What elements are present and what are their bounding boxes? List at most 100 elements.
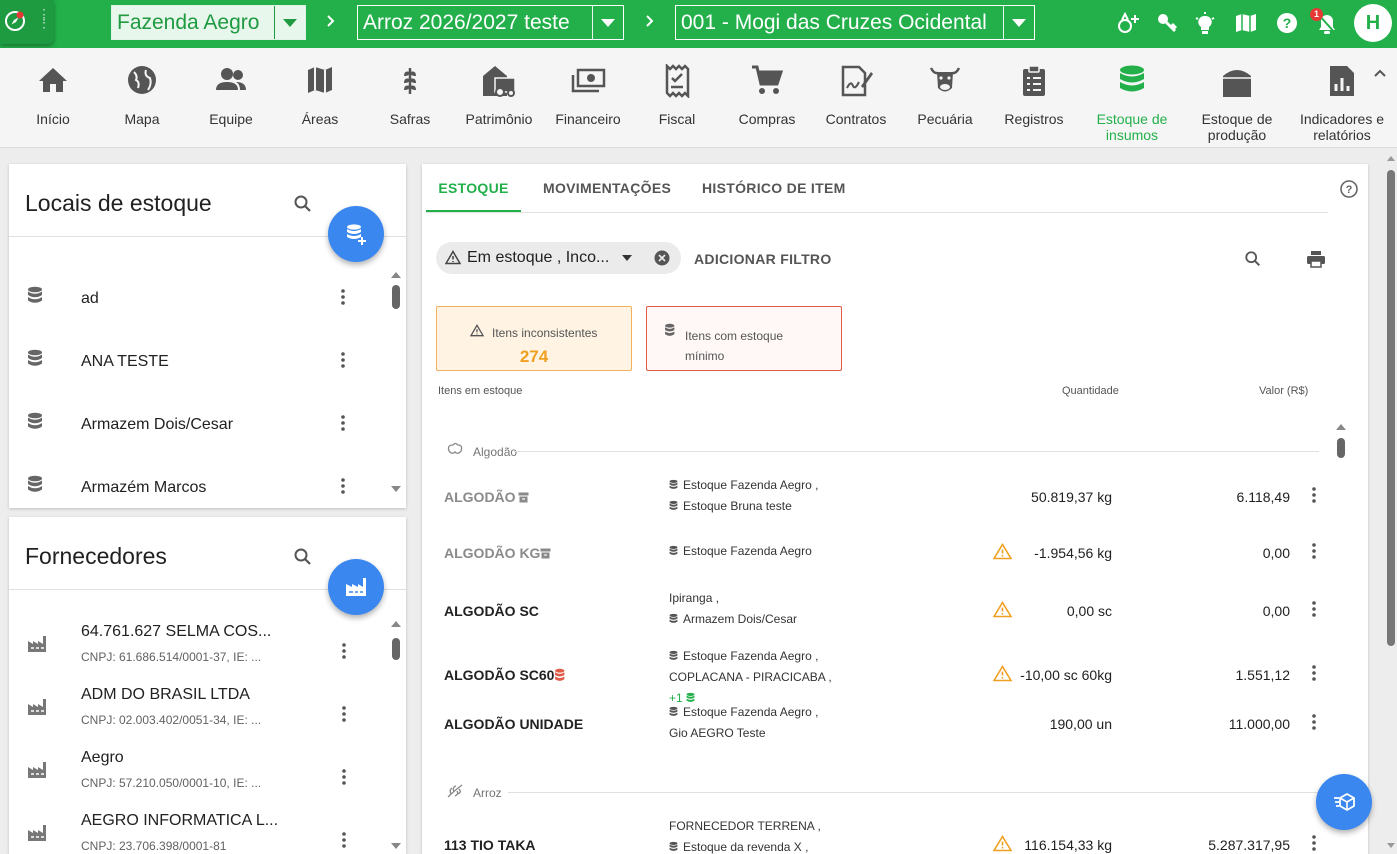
chevron-down-icon[interactable] bbox=[592, 6, 623, 39]
add-location-button[interactable] bbox=[328, 206, 384, 262]
table-row[interactable]: ALGODÃO KG Estoque Fazenda Aegro -1.954,… bbox=[422, 522, 1332, 582]
more-vert-icon[interactable] bbox=[1312, 835, 1316, 851]
nav-financeiro[interactable]: Financeiro bbox=[543, 48, 633, 148]
location-text: Estoque da revenda X , bbox=[683, 840, 809, 854]
nav-fiscal[interactable]: Fiscal bbox=[632, 48, 722, 148]
book-map-icon[interactable] bbox=[1235, 12, 1257, 34]
barn-tractor-icon bbox=[483, 66, 516, 97]
database-icon bbox=[669, 650, 678, 660]
nav-contratos[interactable]: Contratos bbox=[811, 48, 901, 148]
more-vert-icon[interactable] bbox=[341, 352, 345, 368]
nav-label: Pecuária bbox=[917, 111, 973, 127]
nav-label: Mapa bbox=[124, 111, 160, 127]
more-vert-icon[interactable] bbox=[1312, 714, 1316, 730]
help-icon[interactable]: ? bbox=[1276, 12, 1298, 34]
tab-estoque[interactable]: ESTOQUE bbox=[426, 164, 521, 212]
supplier-name: 64.761.627 SELMA COS... bbox=[81, 623, 272, 640]
nav-indicadores[interactable]: Indicadores e relatórios bbox=[1297, 48, 1387, 148]
inconsistent-items-card[interactable]: Itens inconsistentes 274 bbox=[436, 306, 632, 371]
nav-equipe[interactable]: Equipe bbox=[186, 48, 276, 148]
stock-action-button[interactable] bbox=[1316, 774, 1372, 830]
key-icon[interactable] bbox=[1156, 12, 1178, 34]
clipboard-icon bbox=[1023, 65, 1045, 96]
season-select[interactable]: Arroz 2026/2027 teste bbox=[357, 5, 624, 40]
tab-historico[interactable]: HISTÓRICO DE ITEM bbox=[702, 164, 846, 212]
rice-icon bbox=[447, 784, 463, 798]
supplier-doc: CNPJ: 23.706.398/0001-81 bbox=[81, 839, 227, 853]
page-scrollbar[interactable] bbox=[1385, 150, 1397, 854]
farm-select[interactable]: Fazenda Aegro bbox=[111, 5, 306, 40]
list-item[interactable]: Armazem Dois/Cesar bbox=[9, 392, 389, 455]
database-alert-icon bbox=[665, 323, 675, 336]
lightbulb-icon[interactable] bbox=[1194, 12, 1216, 36]
table-row[interactable]: 113 TIO TAKA FORNECEDOR TERRENA , Estoqu… bbox=[422, 814, 1332, 854]
list-item[interactable]: Aegro CNPJ: 57.210.050/0001-10, IE: ... bbox=[9, 740, 389, 803]
factory-icon bbox=[346, 578, 366, 596]
tab-movimentacoes[interactable]: MOVIMENTAÇÕES bbox=[543, 164, 671, 212]
supplier-doc: CNPJ: 61.686.514/0001-37, IE: ... bbox=[81, 650, 262, 664]
chevron-down-icon[interactable] bbox=[622, 255, 632, 261]
filter-chip[interactable]: Em estoque , Inco... bbox=[436, 242, 681, 274]
table-row[interactable]: ALGODÃO UNIDADE Estoque Fazenda Aegro , … bbox=[422, 702, 1332, 762]
more-vert-icon[interactable] bbox=[342, 643, 346, 659]
minimum-stock-card[interactable]: Itens com estoque mínimo bbox=[646, 306, 842, 371]
nav-mapa[interactable]: Mapa bbox=[97, 48, 187, 148]
list-item[interactable]: ADM DO BRASIL LTDA CNPJ: 02.003.402/0051… bbox=[9, 677, 389, 740]
add-user-icon[interactable] bbox=[1116, 12, 1140, 36]
season-select-value: Arroz 2026/2027 teste bbox=[363, 10, 570, 34]
more-vert-icon[interactable] bbox=[1312, 543, 1316, 559]
chevron-down-icon[interactable] bbox=[274, 6, 305, 39]
print-icon[interactable] bbox=[1306, 250, 1326, 268]
item-locations: Estoque Fazenda Aegro , Gio AEGRO Teste bbox=[669, 702, 818, 744]
list-item[interactable]: Armazém Marcos bbox=[9, 455, 389, 508]
list-item[interactable]: ANA TESTE bbox=[9, 329, 389, 392]
add-filter-button[interactable]: ADICIONAR FILTRO bbox=[694, 251, 832, 267]
more-vert-icon[interactable] bbox=[341, 478, 345, 494]
scrollbar[interactable] bbox=[390, 268, 402, 498]
nav-areas[interactable]: Áreas bbox=[275, 48, 365, 148]
nav-estoque-insumos[interactable]: Estoque de insumos bbox=[1087, 48, 1177, 148]
chevron-down-icon[interactable] bbox=[1003, 6, 1034, 39]
search-icon[interactable] bbox=[293, 194, 313, 214]
more-vert-icon[interactable] bbox=[1312, 487, 1316, 503]
plot-select-value: 001 - Mogi das Cruzes Ocidental bbox=[681, 10, 987, 34]
report-icon bbox=[1330, 66, 1354, 96]
scrollbar[interactable] bbox=[1335, 420, 1347, 460]
plot-select[interactable]: 001 - Mogi das Cruzes Ocidental bbox=[675, 5, 1035, 40]
more-vert-icon[interactable] bbox=[341, 289, 345, 305]
list-item[interactable]: AEGRO INFORMATICA L... CNPJ: 23.706.398/… bbox=[9, 803, 389, 854]
scrollbar[interactable] bbox=[390, 617, 402, 853]
drag-handle-icon[interactable]: ⋮ ⋮ bbox=[37, 7, 52, 29]
nav-patrimonio[interactable]: Patrimônio bbox=[454, 48, 544, 148]
list-item[interactable]: ad bbox=[9, 266, 389, 329]
help-icon[interactable]: ? bbox=[1340, 180, 1358, 198]
nav-compras[interactable]: Compras bbox=[722, 48, 812, 148]
table-row[interactable]: ALGODÃO Estoque Fazenda Aegro , Estoque … bbox=[422, 467, 1332, 527]
location-text: Gio AEGRO Teste bbox=[669, 726, 766, 740]
more-vert-icon[interactable] bbox=[342, 769, 346, 785]
app-logo[interactable]: ⋮ ⋮ bbox=[0, 0, 54, 44]
more-vert-icon[interactable] bbox=[1312, 601, 1316, 617]
more-vert-icon[interactable] bbox=[1312, 665, 1316, 681]
search-icon[interactable] bbox=[293, 547, 313, 567]
table-row[interactable]: ALGODÃO SC Ipiranga , Armazem Dois/Cesar… bbox=[422, 580, 1332, 640]
inconsistent-label: Itens inconsistentes bbox=[492, 326, 598, 340]
database-icon bbox=[669, 841, 678, 851]
search-icon[interactable] bbox=[1244, 250, 1262, 268]
more-vert-icon[interactable] bbox=[341, 415, 345, 431]
nav-pecuaria[interactable]: Pecuária bbox=[900, 48, 990, 148]
nav-estoque-producao[interactable]: Estoque de produção bbox=[1192, 48, 1282, 148]
location-text: Estoque Fazenda Aegro bbox=[683, 544, 812, 558]
nav-registros[interactable]: Registros bbox=[989, 48, 1079, 148]
nav-safras[interactable]: Safras bbox=[365, 48, 455, 148]
table-row[interactable]: ALGODÃO SC60 Estoque Fazenda Aegro , COP… bbox=[422, 644, 1332, 705]
more-vert-icon[interactable] bbox=[342, 832, 346, 848]
close-icon[interactable] bbox=[654, 250, 670, 266]
nav-inicio[interactable]: Início bbox=[8, 48, 98, 148]
add-supplier-button[interactable] bbox=[328, 559, 384, 615]
list-item[interactable]: 64.761.627 SELMA COS... CNPJ: 61.686.514… bbox=[9, 614, 389, 677]
database-icon bbox=[669, 500, 678, 510]
avatar[interactable]: H bbox=[1354, 4, 1392, 42]
more-vert-icon[interactable] bbox=[342, 706, 346, 722]
chevron-up-icon[interactable] bbox=[1373, 68, 1387, 78]
